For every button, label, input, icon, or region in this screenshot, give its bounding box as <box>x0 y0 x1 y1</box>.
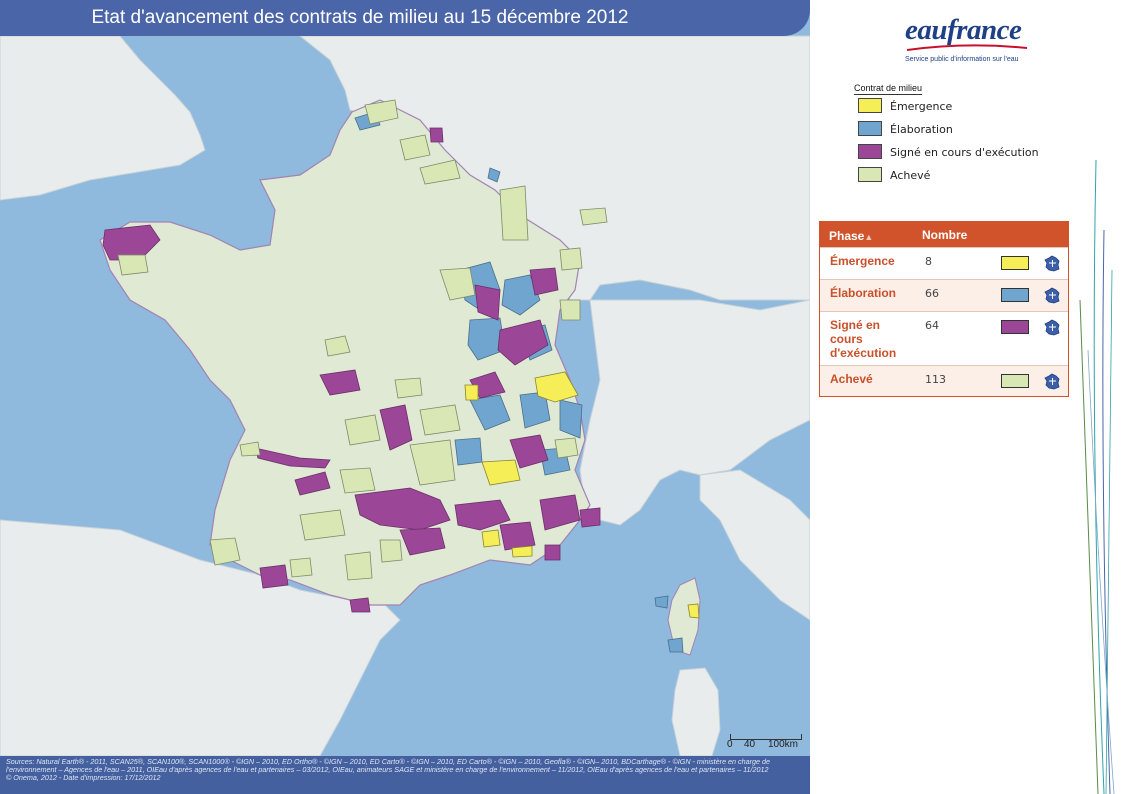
map-panel[interactable]: Etat d'avancement des contrats de milieu… <box>0 0 810 794</box>
legend-label: Signé en cours d'exécution <box>890 146 1039 159</box>
land-sardinia <box>671 667 721 757</box>
zoom-france-icon[interactable] <box>1044 255 1061 272</box>
row-swatch <box>1001 320 1029 334</box>
legend-item-emergence: Émergence <box>858 95 1054 118</box>
map-title: Etat d'avancement des contrats de milieu… <box>0 0 810 36</box>
sort-up-icon: ▲ <box>864 232 874 242</box>
legend-label: Émergence <box>890 100 953 113</box>
legend-swatch <box>858 98 882 113</box>
row-swatch <box>1001 374 1029 388</box>
stats-row-acheve: Achevé 113 <box>820 365 1068 396</box>
legend-item-signe: Signé en cours d'exécution <box>858 141 1054 164</box>
scale-tick-2: 100km <box>768 739 799 750</box>
row-phase[interactable]: Émergence <box>830 254 910 268</box>
legend-label: Achevé <box>890 169 931 182</box>
legend-title: Contrat de milieu <box>854 83 923 95</box>
legend-label: Élaboration <box>890 123 953 136</box>
stats-row-elaboration: Élaboration 66 <box>820 279 1068 311</box>
sources-footer: Sources: Natural Earth® - 2011, SCAN25®,… <box>0 756 810 794</box>
credit-text: © Onema, 2012 - Date d'impression: 17/12… <box>6 773 161 782</box>
row-count: 64 <box>925 319 939 332</box>
map-title-text: Etat d'avancement des contrats de milieu… <box>91 7 629 28</box>
legend-swatch <box>858 167 882 182</box>
legend: Contrat de milieu Émergence Élaboration … <box>854 76 1054 187</box>
map-canvas[interactable] <box>0 0 810 794</box>
legend-item-elaboration: Élaboration <box>858 118 1054 141</box>
phase-sort-header[interactable]: Phase▲ <box>829 229 873 243</box>
phase-header-label: Phase <box>829 229 865 243</box>
scale-bar: 0 40 100km <box>724 730 806 752</box>
row-count: 8 <box>925 255 932 268</box>
stats-header: Phase▲ Nombre <box>820 222 1068 247</box>
sources-text: Sources: Natural Earth® - 2011, SCAN25®,… <box>6 757 771 774</box>
row-swatch <box>1001 256 1029 270</box>
stats-row-signe: Signé en cours d'exécution 64 <box>820 311 1068 365</box>
decorative-lines <box>1079 159 1115 794</box>
row-count: 113 <box>925 373 946 386</box>
zoom-france-icon[interactable] <box>1044 373 1061 390</box>
right-panel: eaufrance Service public d'information s… <box>810 0 1123 794</box>
scale-tick-1: 40 <box>744 739 756 750</box>
scale-tick-0: 0 <box>727 739 733 750</box>
logo-wordmark: eaufrance <box>905 14 1022 46</box>
zoom-france-icon[interactable] <box>1044 319 1061 336</box>
logo-swoosh-icon <box>907 44 1027 51</box>
row-phase[interactable]: Signé en cours d'exécution <box>830 318 910 360</box>
row-swatch <box>1001 288 1029 302</box>
legend-swatch <box>858 144 882 159</box>
legend-swatch <box>858 121 882 136</box>
nombre-header[interactable]: Nombre <box>922 228 967 242</box>
legend-item-acheve: Achevé <box>858 164 1054 187</box>
stats-table: Phase▲ Nombre Émergence 8 Élaboration 66… <box>819 221 1069 397</box>
logo-tagline: Service public d'information sur l'eau <box>905 56 1019 63</box>
zoom-france-icon[interactable] <box>1044 287 1061 304</box>
stats-row-emergence: Émergence 8 <box>820 247 1068 279</box>
row-count: 66 <box>925 287 939 300</box>
row-phase[interactable]: Élaboration <box>830 286 910 300</box>
eaufrance-logo[interactable]: eaufrance Service public d'information s… <box>905 14 1035 74</box>
row-phase[interactable]: Achevé <box>830 372 910 386</box>
